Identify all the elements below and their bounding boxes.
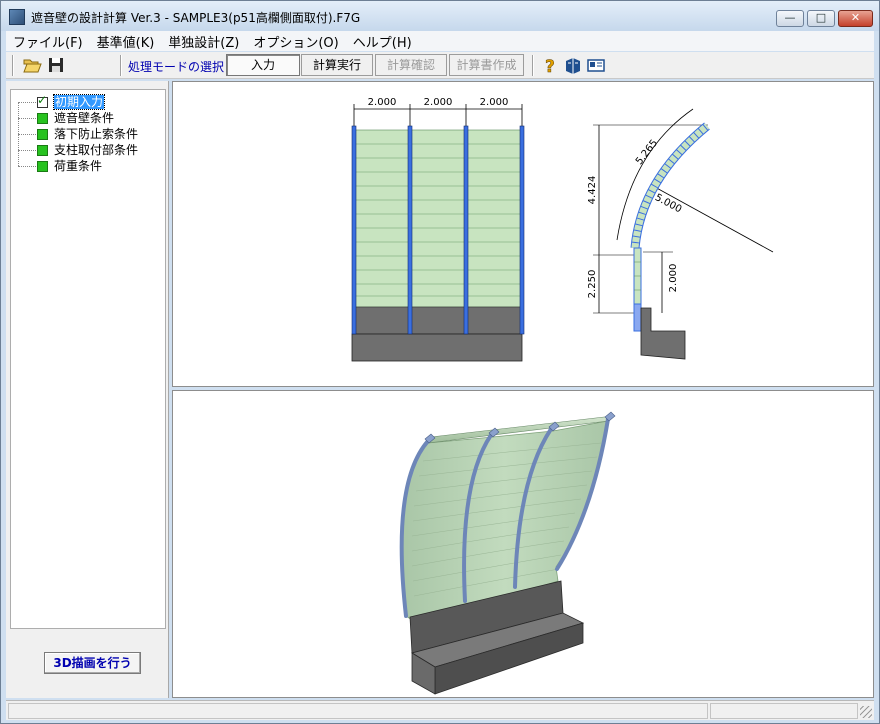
svg-text:?: ? bbox=[545, 57, 555, 75]
drawing-2d-canvas: 2.000 2.000 2.000 4.424 2.250 2.000 5.26… bbox=[351, 97, 774, 362]
status-square-icon bbox=[37, 129, 48, 140]
tree-item-initial-input[interactable]: ✓ 初期入力 bbox=[11, 93, 161, 110]
maximize-button[interactable]: □ bbox=[807, 10, 835, 27]
toolbar: 処理モードの選択 入力 計算実行 計算確認 計算書作成 ? bbox=[6, 52, 874, 79]
tree-item-label: 落下防止索条件 bbox=[54, 127, 139, 141]
window-title: 遮音壁の設計計算 Ver.3 - SAMPLE3(p51高欄側面取付).F7G bbox=[31, 11, 361, 25]
upper-height-dimension: 4.424 bbox=[587, 176, 598, 205]
menu-standards[interactable]: 基準値(K) bbox=[90, 32, 162, 51]
toolbar-separator bbox=[532, 55, 534, 76]
tree-item-label: 荷重条件 bbox=[54, 159, 103, 173]
status-square-icon bbox=[37, 113, 48, 124]
minimize-button[interactable]: — bbox=[776, 10, 804, 27]
menu-bar: ファイル(F) 基準値(K) 単独設計(Z) オプション(O) ヘルプ(H) bbox=[6, 31, 874, 51]
create-report-button[interactable]: 計算書作成 bbox=[449, 54, 524, 76]
arc-length-dimension: 5.265 bbox=[634, 138, 660, 167]
drawing-2d-view: 2.000 2.000 2.000 4.424 2.250 2.000 5.26… bbox=[172, 81, 874, 387]
post-height-dimension: 2.000 bbox=[668, 264, 679, 293]
toolbar-separator bbox=[120, 55, 122, 76]
input-navigation-panel: ✓ 初期入力 遮音壁条件 落下防止索条件 支柱取付部条件 荷重条件 3D描画を行… bbox=[6, 81, 169, 698]
side-section: 4.424 2.250 2.000 5.265 5.000 bbox=[587, 108, 774, 360]
menu-options[interactable]: オプション(O) bbox=[246, 32, 345, 51]
tree-item-load-conditions[interactable]: 荷重条件 bbox=[11, 158, 161, 174]
tree-item-wall-conditions[interactable]: 遮音壁条件 bbox=[11, 110, 161, 126]
checkbox-icon[interactable]: ✓ bbox=[37, 93, 48, 108]
span-dimension-1: 2.000 bbox=[368, 97, 397, 108]
render-3d-button[interactable]: 3D描画を行う bbox=[44, 652, 141, 674]
status-bar bbox=[6, 700, 874, 720]
render-3d-view bbox=[172, 390, 874, 698]
menu-file[interactable]: ファイル(F) bbox=[6, 32, 90, 51]
title-bar: 遮音壁の設計計算 Ver.3 - SAMPLE3(p51高欄側面取付).F7G … bbox=[1, 1, 879, 31]
menu-single-design[interactable]: 単独設計(Z) bbox=[161, 32, 246, 51]
front-elevation: 2.000 2.000 2.000 bbox=[351, 97, 525, 362]
tree-item-label: 支柱取付部条件 bbox=[54, 143, 139, 157]
input-mode-button[interactable]: 入力 bbox=[226, 54, 300, 76]
tree-item-label: 初期入力 bbox=[52, 94, 106, 110]
span-dimension-3: 2.000 bbox=[480, 97, 509, 108]
span-dimension-2: 2.000 bbox=[424, 97, 453, 108]
radius-dimension: 5.000 bbox=[653, 192, 683, 215]
manual-book-icon[interactable] bbox=[563, 55, 583, 75]
tree-item-label: 遮音壁条件 bbox=[54, 111, 115, 125]
status-square-icon bbox=[37, 145, 48, 156]
resize-grip-icon[interactable] bbox=[860, 706, 872, 718]
tree-item-fall-prevention[interactable]: 落下防止索条件 bbox=[11, 126, 161, 142]
close-button[interactable]: ✕ bbox=[838, 10, 873, 27]
status-cell bbox=[8, 703, 708, 719]
help-question-icon[interactable]: ? bbox=[540, 55, 560, 75]
application-window: 遮音壁の設計計算 Ver.3 - SAMPLE3(p51高欄側面取付).F7G … bbox=[0, 0, 880, 724]
id-card-icon[interactable] bbox=[586, 55, 606, 75]
tree-item-post-mounting[interactable]: 支柱取付部条件 bbox=[11, 142, 161, 158]
menu-help[interactable]: ヘルプ(H) bbox=[346, 32, 419, 51]
input-tree: ✓ 初期入力 遮音壁条件 落下防止索条件 支柱取付部条件 荷重条件 bbox=[10, 89, 166, 629]
lower-height-dimension: 2.250 bbox=[587, 270, 598, 299]
status-square-icon bbox=[37, 161, 48, 172]
check-calculation-button[interactable]: 計算確認 bbox=[375, 54, 447, 76]
run-calculation-button[interactable]: 計算実行 bbox=[301, 54, 373, 76]
folder-open-icon[interactable] bbox=[22, 55, 42, 75]
app-icon bbox=[9, 9, 25, 25]
toolbar-separator bbox=[12, 55, 14, 76]
save-disk-icon[interactable] bbox=[46, 55, 66, 75]
status-cell bbox=[710, 703, 858, 719]
mode-select-label: 処理モードの選択 bbox=[128, 60, 225, 74]
wall-3d-model bbox=[399, 411, 616, 695]
render-3d-canvas bbox=[399, 411, 616, 695]
checkmark-icon: ✓ bbox=[37, 93, 48, 107]
